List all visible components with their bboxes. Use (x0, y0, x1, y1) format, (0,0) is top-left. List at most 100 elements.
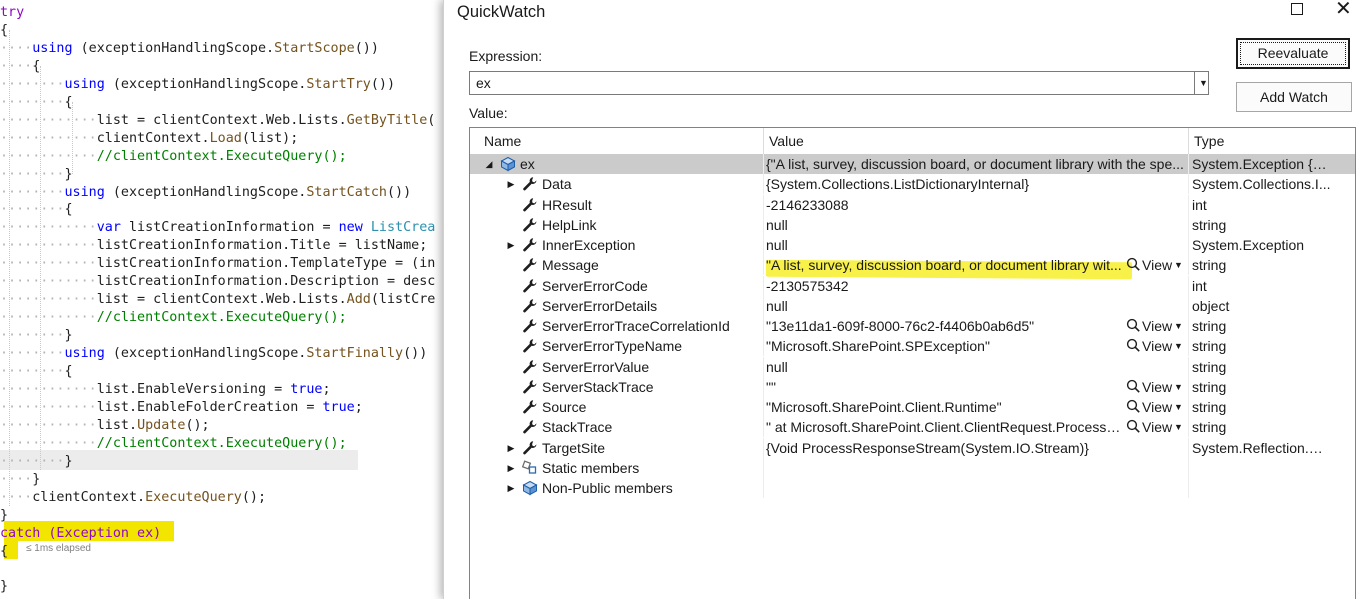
watch-row[interactable]: ServerErrorCode -2130575342 int (470, 275, 1355, 296)
code-line: ············listCreationInformation.Desc… (0, 273, 435, 291)
code-token: var (96, 220, 121, 236)
code-token: } (64, 453, 73, 469)
text-visualizer-button[interactable]: View ▼ (1124, 255, 1186, 275)
column-divider (763, 437, 764, 458)
column-header-type[interactable]: Type (1188, 128, 1355, 154)
watch-row[interactable]: ServerErrorValue null string (470, 356, 1355, 377)
code-line: ············clientContext.Load(list); (0, 130, 298, 148)
expand-arrow-icon[interactable]: ▶ (506, 235, 516, 255)
row-type: string (1192, 318, 1227, 334)
row-name: ServerErrorTraceCorrelationId (542, 318, 730, 334)
column-divider (763, 457, 764, 478)
row-value[interactable]: -2130575342 (766, 276, 1187, 296)
watch-row[interactable]: ◢ ex {"A list, survey, discussion board, o… (470, 154, 1355, 174)
expand-arrow-icon[interactable]: ▶ (506, 458, 516, 478)
grid-header: Name Value Type (470, 128, 1355, 155)
wrench-icon (522, 359, 538, 375)
code-line: ········{ (0, 363, 73, 381)
row-type: System.Exception {M... (1192, 156, 1332, 172)
row-value[interactable]: "" (766, 377, 1122, 397)
code-token: } (64, 328, 73, 344)
row-type: string (1192, 378, 1227, 395)
reevaluate-button[interactable]: Reevaluate (1236, 38, 1350, 69)
view-label: View (1142, 378, 1173, 395)
chevron-down-icon[interactable]: ▼ (1174, 336, 1183, 356)
watch-row[interactable]: ServerErrorTypeName "Microsoft.SharePoint… (470, 336, 1355, 357)
watch-row[interactable]: StackTrace " at Microsoft.SharePoint.Clie… (470, 417, 1355, 438)
row-name: TargetSite (542, 439, 606, 456)
wrench-icon (522, 237, 538, 253)
collapse-arrow-icon[interactable]: ◢ (484, 154, 494, 174)
column-divider (763, 417, 764, 438)
watch-row[interactable]: ServerStackTrace "" View ▼ string (470, 376, 1355, 397)
view-label: View (1142, 257, 1173, 274)
column-divider (1188, 295, 1189, 316)
column-header-value[interactable]: Value (763, 128, 1190, 154)
code-token: list.EnableVersioning = (96, 381, 291, 397)
row-value[interactable]: -2146233088 (766, 195, 1187, 215)
row-value[interactable]: {System.Collections.ListDictionaryIntern… (766, 174, 1187, 194)
watch-row[interactable]: ▶ InnerException null System.Exception (470, 235, 1355, 255)
chevron-down-icon[interactable]: ▼ (1174, 316, 1183, 336)
watch-row[interactable]: ▶ Data {System.Collections.ListDictionaryI… (470, 174, 1355, 195)
text-visualizer-button[interactable]: View ▼ (1124, 336, 1186, 356)
code-editor[interactable]: try{····using (exceptionHandlingScope.St… (0, 0, 445, 599)
row-value[interactable]: "Microsoft.SharePoint.SPException" (766, 336, 1122, 356)
text-visualizer-button[interactable]: View ▼ (1124, 397, 1186, 417)
watch-row[interactable]: HResult -2146233088 int (470, 194, 1355, 215)
chevron-down-icon[interactable]: ▼ (1174, 397, 1183, 417)
row-type: int (1192, 196, 1207, 213)
row-value[interactable]: null (766, 296, 1187, 316)
row-value[interactable]: null (766, 357, 1187, 377)
code-line: ············list = clientContext.Web.Lis… (0, 291, 435, 309)
row-value[interactable]: "13e11da1-609f-8000-76c2-f4406b0ab6d5" (766, 316, 1122, 336)
text-visualizer-button[interactable]: View ▼ (1124, 377, 1186, 397)
value-grid[interactable]: Name Value Type ◢ ex {"A list, survey, dis… (469, 127, 1356, 599)
watch-row[interactable]: ▶ TargetSite {Void ProcessResponseStream(S… (470, 437, 1355, 458)
row-value[interactable]: null (766, 215, 1187, 235)
code-line: } (0, 507, 8, 525)
column-header-name[interactable]: Name (479, 128, 767, 154)
maximize-icon[interactable] (1291, 3, 1303, 15)
chevron-down-icon[interactable]: ▼ (1174, 377, 1183, 397)
indent-whitespace: ········ (0, 364, 65, 379)
row-value[interactable]: "A list, survey, discussion board, or do… (766, 255, 1122, 275)
watch-row[interactable]: ServerErrorTraceCorrelationId "13e11da1-6… (470, 316, 1355, 336)
row-value[interactable]: null (766, 235, 1187, 255)
watch-row[interactable]: Message "A list, survey, discussion board… (470, 255, 1355, 276)
code-token: try (0, 5, 25, 20)
row-value[interactable]: " at Microsoft.SharePoint.Client.ClientR… (766, 417, 1122, 437)
code-line: } (0, 578, 8, 596)
row-value[interactable]: {Void ProcessResponseStream(System.IO.St… (766, 438, 1187, 458)
code-token: Load (209, 130, 242, 146)
watch-row[interactable]: Source "Microsoft.SharePoint.Client.Runti… (470, 397, 1355, 417)
expand-arrow-icon[interactable]: ▶ (506, 174, 516, 194)
close-icon[interactable]: ✕ (1335, 0, 1352, 21)
code-token: list = clientContext.Web.Lists. (96, 112, 347, 128)
column-divider (1188, 316, 1189, 336)
chevron-down-icon[interactable]: ▼ (1194, 71, 1212, 95)
expand-arrow-icon[interactable]: ▶ (506, 438, 516, 458)
add-watch-button[interactable]: Add Watch (1236, 82, 1352, 112)
code-line: ········using (exceptionHandlingScope.St… (0, 345, 427, 363)
chevron-down-icon[interactable]: ▼ (1174, 255, 1183, 275)
text-visualizer-button[interactable]: View ▼ (1124, 417, 1186, 437)
row-value[interactable]: {"A list, survey, discussion board, or d… (766, 154, 1187, 174)
expand-arrow-icon[interactable]: ▶ (506, 478, 516, 498)
code-line: ············list.Update(); (0, 417, 210, 435)
text-visualizer-button[interactable]: View ▼ (1124, 316, 1186, 336)
expression-input[interactable]: ex (469, 71, 1209, 95)
watch-row[interactable]: ▶ Static members (470, 457, 1355, 478)
code-token: { (0, 22, 9, 38)
wrench-icon (522, 176, 538, 192)
watch-row[interactable]: ▶ Non-Public members (470, 478, 1355, 498)
row-name: HResult (542, 196, 592, 213)
code-token: list. (96, 417, 138, 433)
row-value[interactable]: "Microsoft.SharePoint.Client.Runtime" (766, 397, 1122, 417)
chevron-down-icon[interactable]: ▼ (1174, 417, 1183, 437)
code-token: true (290, 381, 323, 397)
watch-row[interactable]: HelpLink null string (470, 214, 1355, 235)
watch-row[interactable]: ServerErrorDetails null object (470, 295, 1355, 316)
column-divider (1188, 437, 1189, 458)
code-line: ············//clientContext.ExecuteQuery… (0, 435, 347, 453)
